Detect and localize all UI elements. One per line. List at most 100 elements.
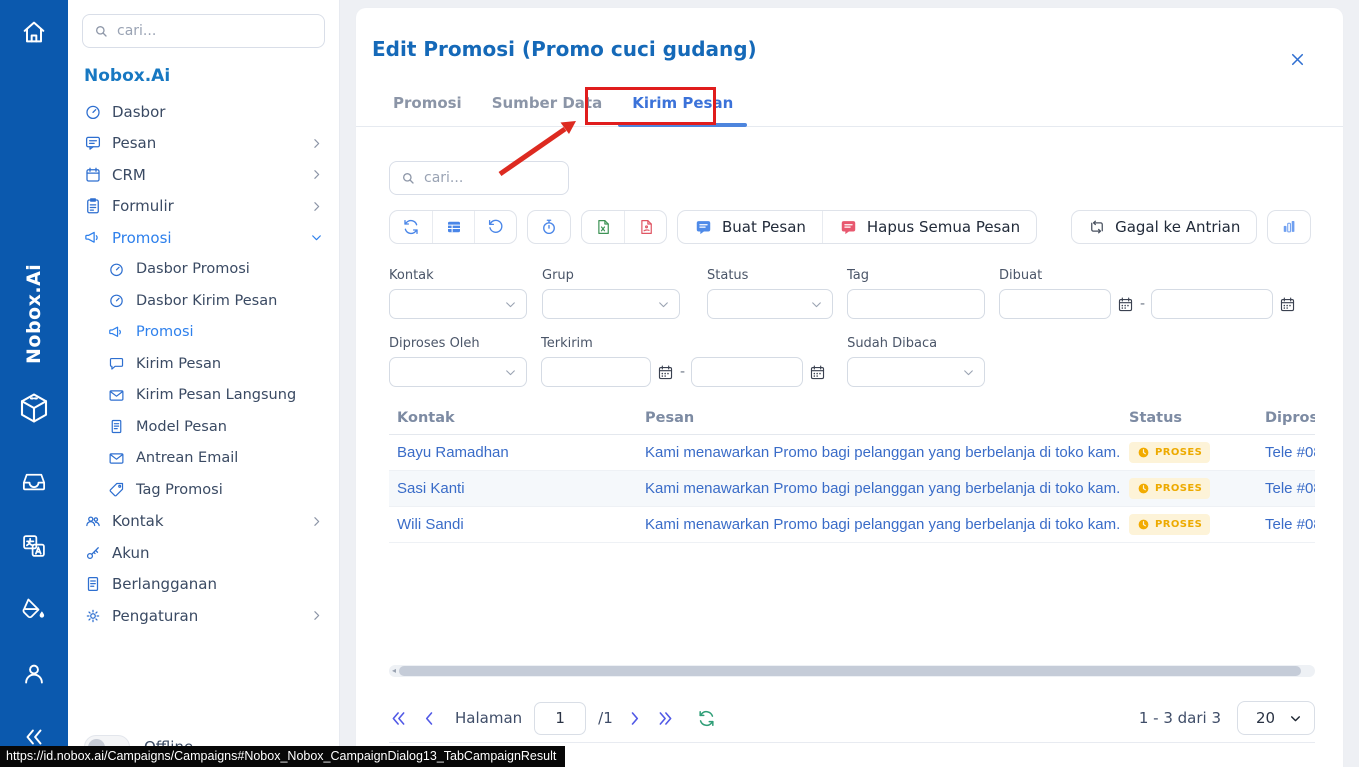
calendar-icon[interactable] xyxy=(809,364,826,381)
close-icon[interactable] xyxy=(1288,50,1307,69)
horizontal-scrollbar[interactable]: ◂ xyxy=(389,665,1315,677)
browser-status-bar: https://id.nobox.ai/Campaigns/Campaigns#… xyxy=(0,746,565,767)
tag-icon xyxy=(108,481,126,498)
export-pdf-icon[interactable] xyxy=(624,211,666,243)
tag-input[interactable] xyxy=(847,289,985,319)
cell-diproses[interactable]: Tele #081 xyxy=(1257,480,1315,497)
table-search-input[interactable] xyxy=(424,170,558,186)
home-icon[interactable] xyxy=(20,18,48,46)
sidebar-search-input[interactable] xyxy=(117,23,314,39)
col-header-diproses[interactable]: Diproses xyxy=(1257,410,1315,426)
cell-diproses[interactable]: Tele #081 xyxy=(1257,444,1315,461)
tab-kirim-pesan[interactable]: Kirim Pesan xyxy=(632,86,733,126)
megaphone-icon xyxy=(84,229,102,247)
page-number-input[interactable] xyxy=(534,702,586,735)
reload-table-icon[interactable] xyxy=(697,709,716,728)
sidebar-item-pesan[interactable]: Pesan xyxy=(82,128,325,160)
sudah-dibaca-select[interactable] xyxy=(847,357,985,387)
cell-diproses[interactable]: Tele #081 xyxy=(1257,516,1315,533)
calendar-icon[interactable] xyxy=(657,364,674,381)
stopwatch-icon[interactable] xyxy=(528,211,570,243)
sidebar-subitem-tag-promosi[interactable]: Tag Promosi xyxy=(82,474,325,506)
sidebar-subitem-kirim-pesan-langsung[interactable]: Kirim Pesan Langsung xyxy=(82,380,325,412)
calendar-icon[interactable] xyxy=(1117,296,1134,313)
kontak-select[interactable] xyxy=(389,289,527,319)
cell-pesan[interactable]: Kami menawarkan Promo bagi pelanggan yan… xyxy=(637,516,1121,533)
gagal-ke-antrian-button[interactable]: Gagal ke Antrian xyxy=(1072,211,1256,243)
status-select[interactable] xyxy=(707,289,833,319)
bar-chart-icon[interactable] xyxy=(1268,211,1310,243)
sidebar-item-label: Formulir xyxy=(112,197,174,215)
dashboard-icon xyxy=(108,292,126,309)
table-row[interactable]: Wili Sandi Kami menawarkan Promo bagi pe… xyxy=(389,507,1315,543)
sidebar-item-akun[interactable]: Akun xyxy=(82,537,325,569)
export-excel-icon[interactable] xyxy=(582,211,624,243)
sidebar-item-label: Model Pesan xyxy=(136,419,227,435)
refresh-icon[interactable] xyxy=(390,211,432,243)
table-search-box xyxy=(389,161,569,195)
table-view-icon[interactable] xyxy=(432,211,474,243)
scrollbar-thumb[interactable] xyxy=(399,666,1301,676)
paint-bucket-icon[interactable] xyxy=(21,595,48,622)
terkirim-from-input[interactable] xyxy=(541,357,651,387)
tab-sumber-data[interactable]: Sumber Data xyxy=(492,86,603,126)
first-page-icon[interactable] xyxy=(389,709,408,728)
sidebar-subitem-model-pesan[interactable]: Model Pesan xyxy=(82,411,325,443)
col-header-pesan[interactable]: Pesan xyxy=(637,410,1121,426)
cell-pesan[interactable]: Kami menawarkan Promo bagi pelanggan yan… xyxy=(637,480,1121,497)
undo-icon[interactable] xyxy=(474,211,516,243)
cell-kontak[interactable]: Bayu Ramadhan xyxy=(389,444,637,461)
inbox-icon[interactable] xyxy=(21,468,48,495)
halaman-label: Halaman xyxy=(455,709,522,727)
sidebar-item-berlangganan[interactable]: Berlangganan xyxy=(82,569,325,601)
prev-page-icon[interactable] xyxy=(420,709,439,728)
grup-select[interactable] xyxy=(542,289,680,319)
table-row[interactable]: Sasi Kanti Kami menawarkan Promo bagi pe… xyxy=(389,471,1315,507)
sidebar-item-pengaturan[interactable]: Pengaturan xyxy=(82,600,325,632)
sidebar-item-kontak[interactable]: Kontak xyxy=(82,506,325,538)
dibuat-to-input[interactable] xyxy=(1151,289,1273,319)
sidebar-item-formulir[interactable]: Formulir xyxy=(82,191,325,223)
gagal-ke-antrian-label: Gagal ke Antrian xyxy=(1115,218,1240,236)
sidebar-subitem-dasbor-kirim-pesan[interactable]: Dasbor Kirim Pesan xyxy=(82,285,325,317)
filter-label: Terkirim xyxy=(541,336,826,352)
sidebar-item-crm[interactable]: CRM xyxy=(82,159,325,191)
sidebar-subitem-promosi[interactable]: Promosi xyxy=(82,317,325,349)
sidebar-subitem-kirim-pesan[interactable]: Kirim Pesan xyxy=(82,348,325,380)
scroll-left-arrow[interactable]: ◂ xyxy=(389,665,399,677)
range-separator: - xyxy=(1140,296,1145,312)
chevron-right-icon xyxy=(310,609,323,622)
cell-kontak[interactable]: Sasi Kanti xyxy=(389,480,637,497)
last-page-icon[interactable] xyxy=(656,709,675,728)
translate-icon[interactable] xyxy=(20,532,48,560)
sidebar-subitem-dasbor-promosi[interactable]: Dasbor Promosi xyxy=(82,254,325,286)
col-header-status[interactable]: Status xyxy=(1121,410,1257,426)
table-row[interactable]: Bayu Ramadhan Kami menawarkan Promo bagi… xyxy=(389,435,1315,471)
calendar-icon[interactable] xyxy=(1279,296,1296,313)
chat-bubble-icon xyxy=(108,355,126,372)
terkirim-to-input[interactable] xyxy=(691,357,803,387)
sidebar-item-promosi[interactable]: Promosi xyxy=(82,222,325,254)
cell-status: PROSES xyxy=(1121,514,1257,535)
next-page-icon[interactable] xyxy=(625,709,644,728)
sidebar-subitem-antrean-email[interactable]: Antrean Email xyxy=(82,443,325,475)
hapus-semua-pesan-button[interactable]: Hapus Semua Pesan xyxy=(822,211,1036,243)
diproses-oleh-select[interactable] xyxy=(389,357,527,387)
dibuat-from-input[interactable] xyxy=(999,289,1111,319)
page-size-select[interactable]: 20 xyxy=(1237,701,1315,735)
status-badge-label: PROSES xyxy=(1155,519,1202,530)
col-header-kontak[interactable]: Kontak xyxy=(389,410,637,426)
buat-pesan-button[interactable]: Buat Pesan xyxy=(678,211,822,243)
sidebar-item-dasbor[interactable]: Dasbor xyxy=(82,96,325,128)
chevron-right-icon xyxy=(310,515,323,528)
sidebar: Nobox.Ai Dasbor Pesan CRM Formulir xyxy=(68,0,340,767)
rows-range-label: 1 - 3 dari 3 xyxy=(1139,709,1221,727)
cell-kontak[interactable]: Wili Sandi xyxy=(389,516,637,533)
sidebar-item-label: Dasbor Promosi xyxy=(136,261,250,277)
tab-promosi[interactable]: Promosi xyxy=(393,86,462,126)
filter-status: Status xyxy=(707,268,833,319)
cell-pesan[interactable]: Kami menawarkan Promo bagi pelanggan yan… xyxy=(637,444,1121,461)
user-icon[interactable] xyxy=(21,660,48,687)
filter-dibuat: Dibuat - xyxy=(999,268,1296,319)
cell-status: PROSES xyxy=(1121,478,1257,499)
